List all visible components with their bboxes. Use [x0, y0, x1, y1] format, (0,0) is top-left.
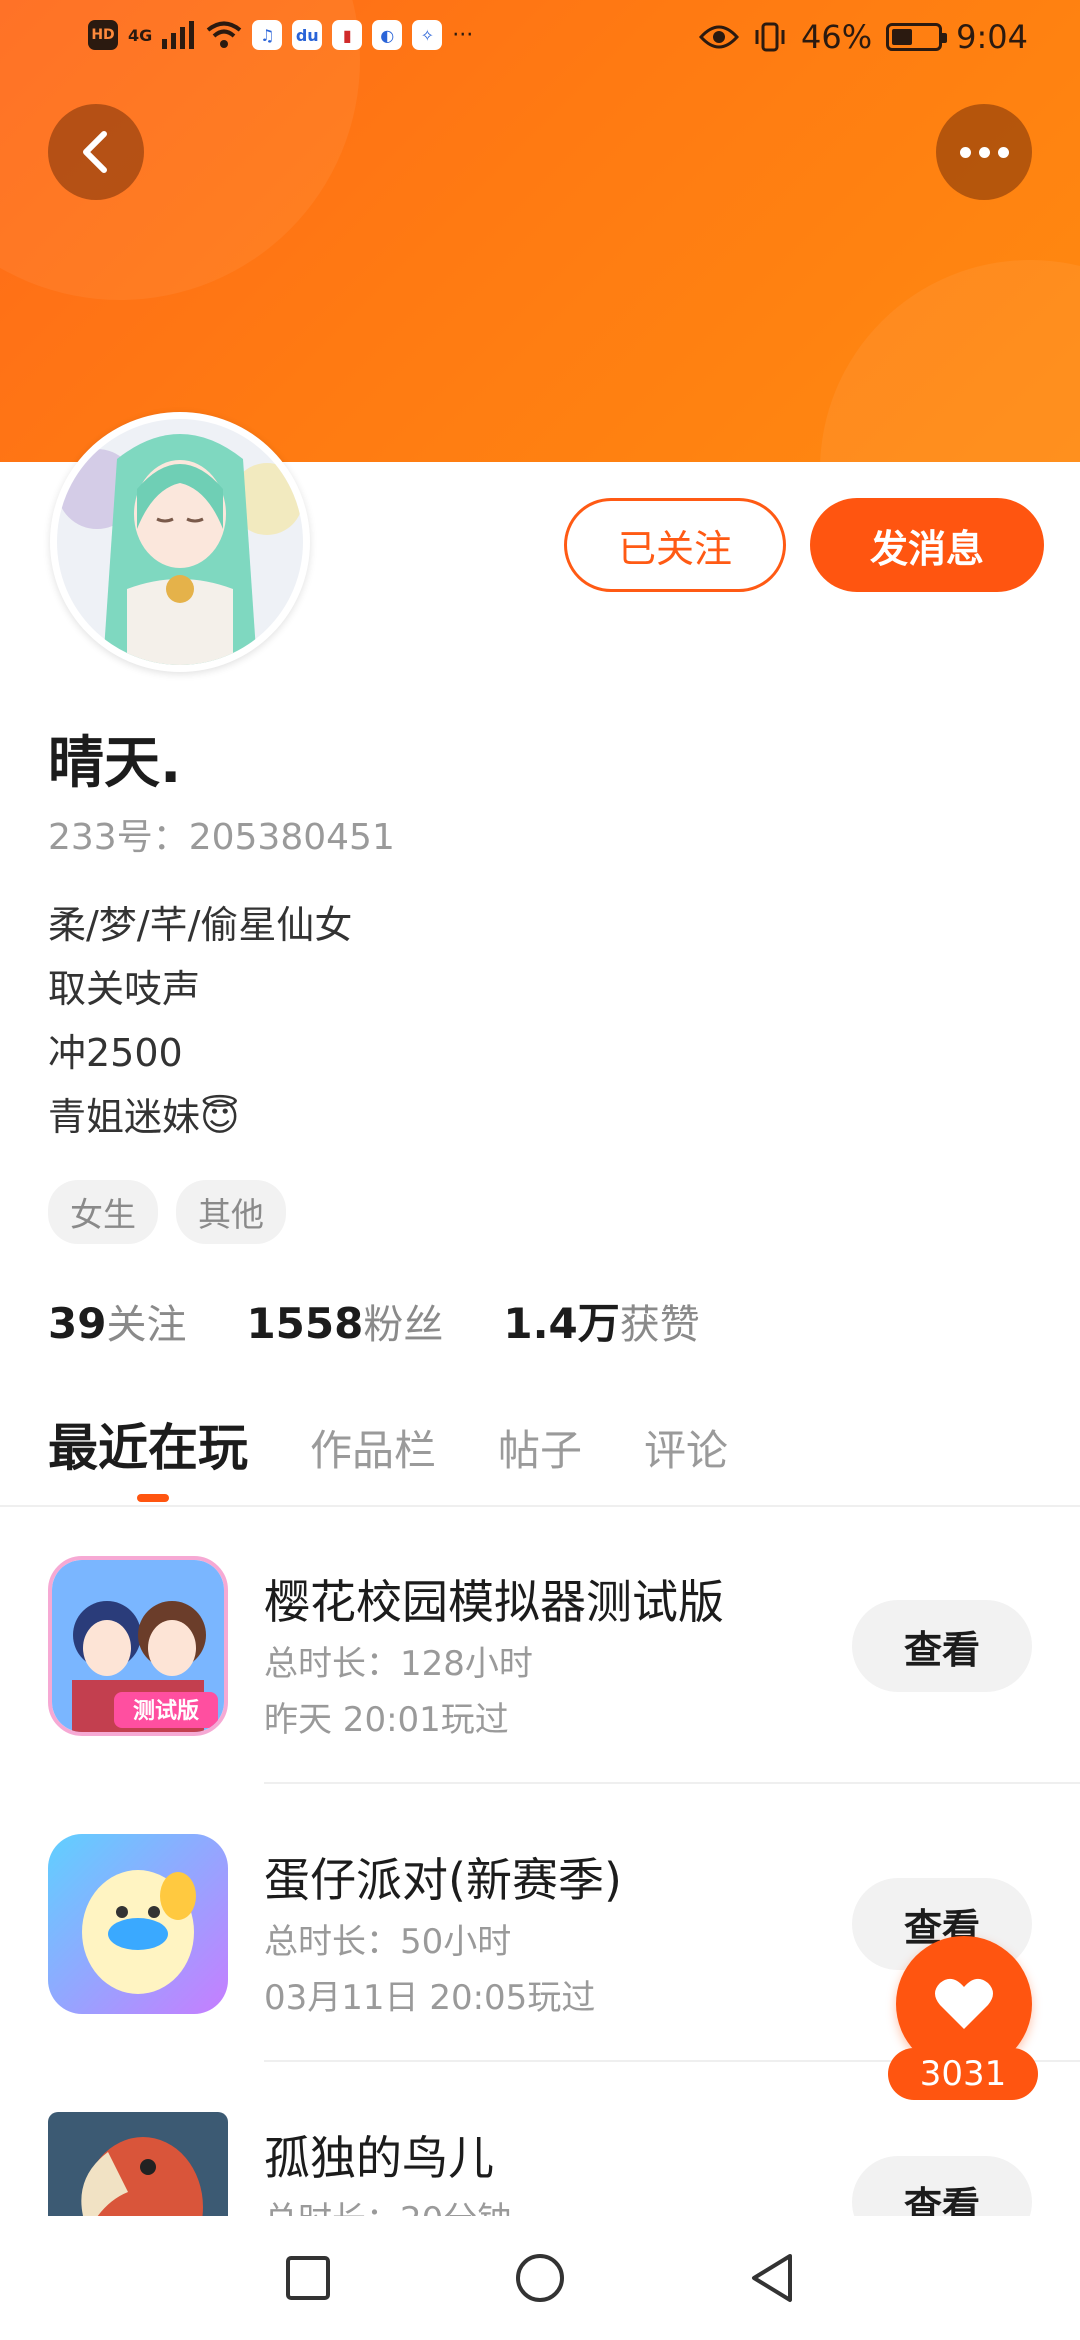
app-notification-icon: ♫ [252, 20, 283, 50]
back-button[interactable] [48, 104, 144, 200]
game-title: 孤独的鸟儿 [264, 2131, 494, 2185]
tab-comments[interactable]: 评论 [644, 1417, 728, 1478]
tag-other: 其他 [176, 1180, 286, 1244]
network-label: 4G [128, 25, 153, 45]
book-icon: ▮ [332, 20, 363, 50]
likes-count: 1.4万 [503, 1299, 620, 1348]
game-last-played: 昨天 20:01玩过 [264, 1700, 509, 1740]
wifi-icon [207, 21, 242, 48]
more-options-button[interactable] [936, 104, 1032, 200]
bio-line: 青姐迷妹😇 [48, 1095, 240, 1139]
followed-button[interactable]: 已关注 [564, 498, 786, 592]
battery-percent: 46% [801, 18, 873, 56]
game-icon-eggy-party [48, 1834, 228, 2014]
row-divider [264, 1782, 1080, 1784]
game-title: 蛋仔派对(新赛季) [264, 1853, 622, 1907]
fans-count: 1558 [246, 1299, 364, 1348]
profile-uid: 233号：205380451 [48, 817, 395, 858]
tab-divider [0, 1505, 1080, 1507]
like-count-badge: 3031 [888, 2048, 1038, 2100]
list-item[interactable]: 孤独的鸟儿 总时长：20分钟 查看 [0, 2086, 1080, 2216]
chevron-left-icon [83, 131, 107, 173]
recent-apps-button[interactable] [276, 2246, 340, 2310]
profile-tabs: 最近在玩 作品栏 帖子 评论 [48, 1408, 728, 1480]
avatar[interactable] [50, 412, 310, 672]
game-icon-lonely-bird [48, 2112, 228, 2216]
circle-icon [516, 2254, 564, 2302]
triangle-back-icon [752, 2254, 792, 2302]
vibrate-icon [755, 22, 785, 52]
browser-icon: ◐ [372, 20, 403, 50]
test-version-badge: 测试版 [133, 1699, 199, 1724]
profile-tags: 女生 其他 [48, 1180, 286, 1244]
list-item[interactable]: 测试版 樱花校园模拟器测试版 总时长：128小时 昨天 20:01玩过 查看 [0, 1530, 1080, 1780]
game-duration: 总时长：20分钟 [264, 2192, 511, 2216]
bio-line: 柔/梦/芊/偷星仙女 [48, 903, 353, 947]
profile-name: 晴天. [48, 731, 182, 796]
active-tab-indicator [137, 1494, 169, 1502]
battery-icon [886, 23, 948, 51]
home-button[interactable] [508, 2246, 572, 2310]
stat-following[interactable]: 39关注 [48, 1292, 186, 1350]
eye-icon [699, 25, 740, 49]
game-last-played: 03月11日 20:05玩过 [264, 1978, 596, 2018]
likes-label: 获赞 [619, 1302, 700, 1348]
avatar-image [57, 419, 303, 665]
hd-indicator: HD [88, 20, 118, 50]
square-icon [286, 2256, 330, 2300]
game-icon-sakura: 测试版 [48, 1556, 228, 1736]
stat-likes[interactable]: 1.4万获赞 [503, 1290, 699, 1351]
game-title: 樱花校园模拟器测试版 [264, 1575, 724, 1629]
bio-line: 冲2500 [48, 1031, 183, 1075]
profile-bio: 柔/梦/芊/偷星仙女 取关吱声 冲2500 青姐迷妹😇 [48, 893, 352, 1149]
tag-gender: 女生 [48, 1180, 158, 1244]
fans-label: 粉丝 [363, 1302, 444, 1348]
game-duration: 总时长：128小时 [264, 1644, 533, 1684]
signal-icon [162, 21, 195, 49]
send-message-button[interactable]: 发消息 [810, 498, 1044, 592]
profile-stats: 39关注 1558粉丝 1.4万获赞 [48, 1290, 700, 1351]
clock: 9:04 [956, 18, 1028, 56]
bio-line: 取关吱声 [48, 967, 201, 1011]
status-bar: HD 4G ♫ du ▮ ◐ ✧ ··· 46% 9:04 [0, 0, 1080, 80]
stat-fans[interactable]: 1558粉丝 [246, 1292, 443, 1350]
bulb-icon: ✧ [412, 20, 443, 50]
view-button[interactable]: 查看 [852, 2156, 1032, 2216]
baidu-icon: du [292, 20, 323, 50]
heart-icon [935, 1978, 993, 2029]
back-nav-button[interactable] [740, 2246, 804, 2310]
game-duration: 总时长：50小时 [264, 1922, 512, 1962]
more-dots-icon [959, 146, 1009, 158]
tab-recently-played[interactable]: 最近在玩 [48, 1408, 248, 1480]
view-button[interactable]: 查看 [852, 1600, 1032, 1692]
tab-works[interactable]: 作品栏 [310, 1417, 436, 1478]
tab-posts[interactable]: 帖子 [498, 1417, 582, 1478]
system-navigation-bar [0, 2216, 1080, 2340]
more-notifications-icon: ··· [452, 22, 474, 48]
following-count: 39 [48, 1299, 107, 1348]
following-label: 关注 [106, 1302, 187, 1348]
